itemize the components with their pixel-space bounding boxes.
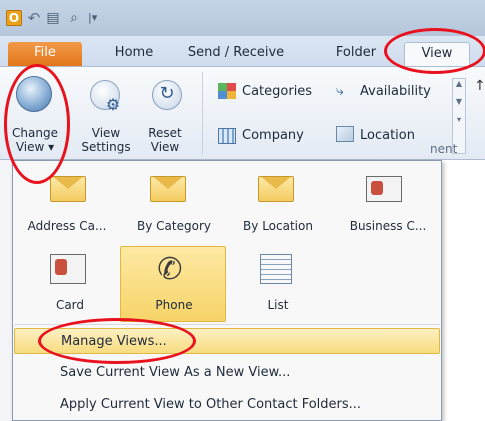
outlook-icon[interactable]: O — [6, 10, 22, 26]
envelope-icon[interactable] — [258, 176, 294, 202]
undo-icon[interactable]: ↶ — [26, 10, 42, 26]
business-card-icon[interactable] — [366, 176, 402, 202]
company-icon — [218, 128, 236, 144]
view-settings-label-line1: View — [91, 126, 121, 140]
reset-view-button[interactable]: Reset View — [140, 126, 190, 154]
view-address-cards[interactable]: Address Ca... — [14, 219, 120, 233]
location-icon — [336, 126, 354, 142]
ribbon-separator — [202, 72, 203, 154]
ribbon-group-label: nent — [430, 142, 458, 156]
location-button[interactable]: Location — [360, 128, 415, 144]
view-business-cards[interactable]: Business C... — [336, 219, 440, 233]
view-phone[interactable]: Phone — [124, 298, 224, 312]
save-current-view-menu-item[interactable]: Save Current View As a New View... — [14, 360, 440, 386]
view-by-location[interactable]: By Location — [228, 219, 328, 233]
background-pane — [440, 160, 485, 421]
phone-icon[interactable]: ✆ — [152, 252, 188, 288]
annotation-circle-manage-views — [38, 318, 196, 364]
view-card[interactable]: Card — [20, 298, 120, 312]
reset-view-label-line1: Reset — [148, 126, 182, 140]
annotation-circle-change-view — [4, 64, 70, 184]
categories-icon — [218, 83, 236, 99]
view-by-category[interactable]: By Category — [124, 219, 224, 233]
list-icon[interactable] — [260, 254, 292, 284]
view-settings-label-line2: Settings — [81, 140, 131, 154]
ribbon — [0, 66, 485, 160]
tab-home[interactable]: Home — [104, 42, 164, 66]
ribbon-overflow-icon[interactable]: ↑ — [474, 78, 485, 94]
qat-dropdown-icon[interactable]: |▾ — [88, 10, 104, 26]
card-icon[interactable] — [50, 254, 86, 284]
annotation-circle-view-tab — [384, 28, 485, 74]
availability-button[interactable]: Availability — [360, 84, 431, 100]
company-button[interactable]: Company — [242, 128, 304, 144]
envelope-icon[interactable] — [50, 176, 86, 202]
reset-view-label-line2: View — [150, 140, 180, 154]
tab-send-receive[interactable]: Send / Receive — [176, 42, 296, 66]
tab-folder[interactable]: Folder — [326, 42, 386, 66]
view-settings-button[interactable]: View Settings — [78, 126, 134, 154]
reset-view-icon[interactable]: ↻ — [152, 80, 182, 110]
tab-file[interactable]: File — [8, 42, 82, 66]
view-list[interactable]: List — [228, 298, 328, 312]
categories-button[interactable]: Categories — [242, 84, 312, 100]
apply-current-view-menu-item[interactable]: Apply Current View to Other Contact Fold… — [14, 392, 440, 418]
envelope-icon[interactable] — [150, 176, 186, 202]
gear-icon: ⚙ — [105, 95, 121, 114]
print-preview-icon[interactable]: ⌕ — [66, 10, 82, 26]
print-icon[interactable]: ▤ — [45, 10, 61, 26]
availability-icon: ⤷ — [336, 83, 344, 99]
